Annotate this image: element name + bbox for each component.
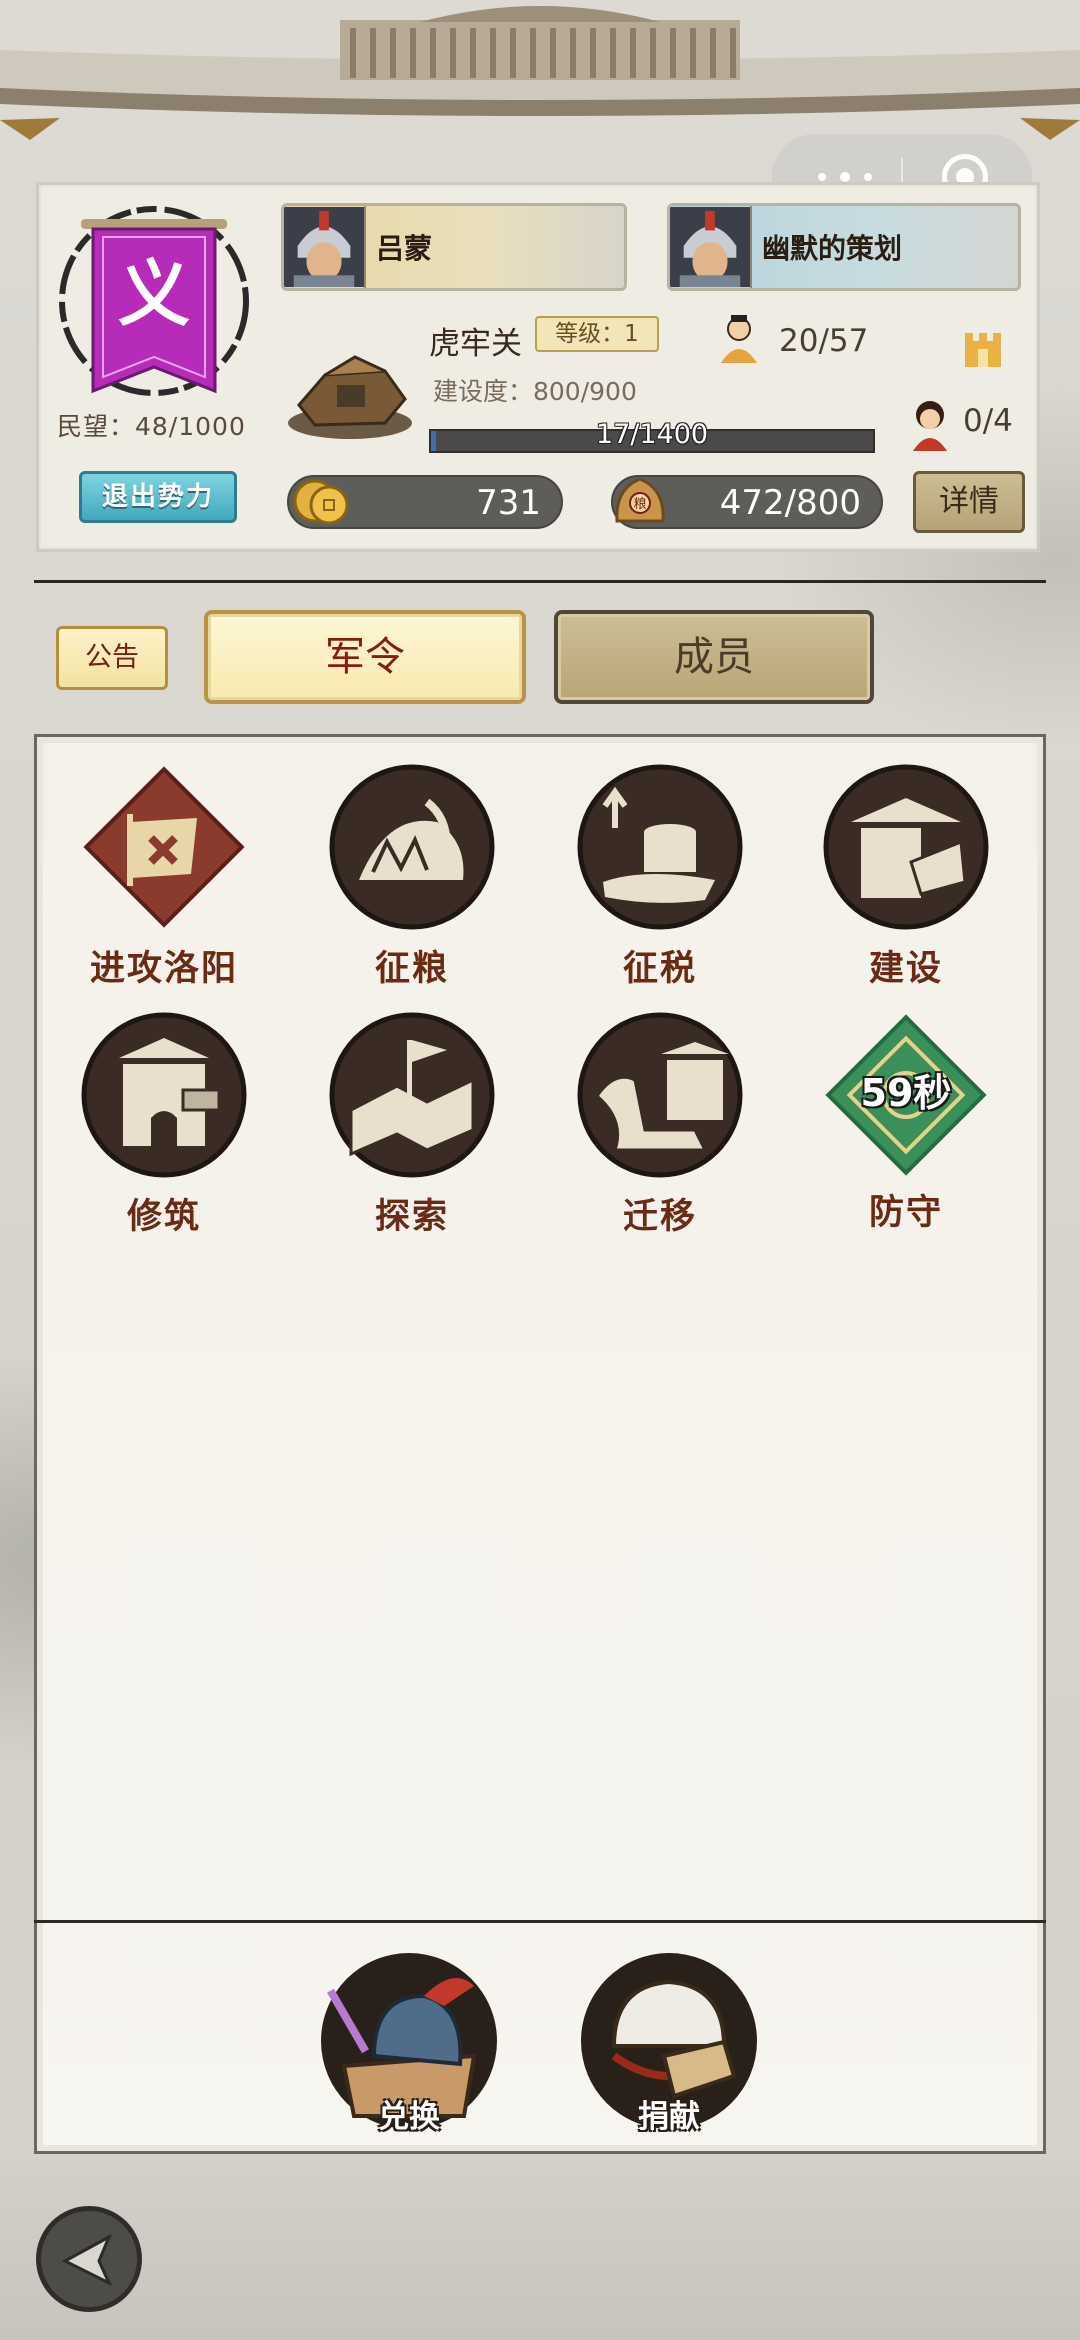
- faction-info-panel: 义 民望：48/1000 退出势力 吕蒙 幽默的策划 虎牢关 等级：1 建设度：…: [36, 182, 1040, 552]
- defend-icon-wrap: 59秒: [821, 1010, 991, 1180]
- section-divider: [34, 580, 1046, 583]
- command-migrate[interactable]: 迁移: [550, 1010, 770, 1239]
- coin-icon: [293, 479, 349, 525]
- city-level-badge: 等级：1: [535, 316, 659, 352]
- notice-button[interactable]: 公告: [56, 626, 168, 690]
- donate-button[interactable]: 捐献: [574, 1946, 764, 2136]
- donate-label: 捐献: [638, 2099, 700, 2135]
- migrate-horse-icon: [577, 1012, 743, 1178]
- svg-text:义: 义: [118, 252, 190, 336]
- explore-map-icon: [329, 1012, 495, 1178]
- grain-collect-icon: [329, 764, 495, 930]
- command-label: 修筑: [126, 1197, 201, 1237]
- grain-value: 472/800: [719, 483, 861, 523]
- tab-members[interactable]: 成员: [554, 610, 874, 704]
- exchange-button[interactable]: 兑换: [314, 1946, 504, 2136]
- construct-icon: [823, 764, 989, 930]
- city-name: 虎牢关: [429, 326, 522, 362]
- command-label: 建设: [868, 949, 943, 989]
- back-button[interactable]: [36, 2206, 142, 2312]
- svg-text:粮: 粮: [633, 497, 646, 512]
- exit-faction-button[interactable]: 退出势力: [79, 471, 237, 523]
- construction-label: 建设度：800/900: [433, 377, 637, 406]
- general-avatar-icon: [284, 206, 366, 288]
- command-label: 探索: [374, 1197, 449, 1237]
- grain-sack-icon: 粮: [615, 477, 665, 523]
- defend-cooldown-timer: 59秒: [860, 1071, 952, 1115]
- general-card-1[interactable]: 吕蒙: [281, 203, 627, 291]
- command-label: 征粮: [374, 949, 449, 989]
- general-name: 吕蒙: [376, 232, 433, 265]
- back-arrow-icon: [61, 2233, 113, 2287]
- population-icon: [721, 315, 757, 363]
- exchange-label: 兑换: [378, 2099, 440, 2135]
- command-fortify[interactable]: 修筑: [54, 1010, 274, 1239]
- general-name: 幽默的策划: [762, 232, 903, 265]
- tab-orders[interactable]: 军令: [204, 610, 526, 704]
- tax-collect-icon: [577, 764, 743, 930]
- footer-wave-pattern: [0, 2164, 1080, 2340]
- fortify-icon: [81, 1012, 247, 1178]
- popularity-text: 民望：48/1000: [57, 412, 246, 441]
- command-label: 迁移: [622, 1197, 697, 1237]
- general-card-2[interactable]: 幽默的策划: [667, 203, 1021, 291]
- hero-count: 0/4: [963, 403, 1013, 439]
- command-grain[interactable]: 征粮: [302, 762, 522, 991]
- city-fortress-icon: [288, 355, 412, 439]
- command-defend[interactable]: 59秒 防守: [796, 1010, 1016, 1235]
- general-avatar-icon: [670, 206, 752, 288]
- command-tax[interactable]: 征税: [550, 762, 770, 991]
- panel-divider: [34, 1920, 1046, 1923]
- command-label: 进攻洛阳: [89, 949, 238, 989]
- command-label: 防守: [868, 1193, 943, 1233]
- hero-portrait-icon: [913, 401, 947, 451]
- command-explore[interactable]: 探索: [302, 1010, 522, 1239]
- command-build[interactable]: 建设: [796, 762, 1016, 991]
- coin-value: 731: [476, 483, 541, 523]
- faction-banner-icon: 义: [59, 206, 249, 396]
- progress-text: 17/1400: [595, 419, 709, 450]
- tower-icon[interactable]: [961, 327, 1005, 367]
- population-count: 20/57: [779, 323, 869, 359]
- details-button[interactable]: 详情: [913, 471, 1025, 533]
- attack-flag-icon: [83, 766, 245, 928]
- command-label: 征税: [622, 949, 697, 989]
- command-attack[interactable]: 进攻洛阳: [54, 762, 274, 991]
